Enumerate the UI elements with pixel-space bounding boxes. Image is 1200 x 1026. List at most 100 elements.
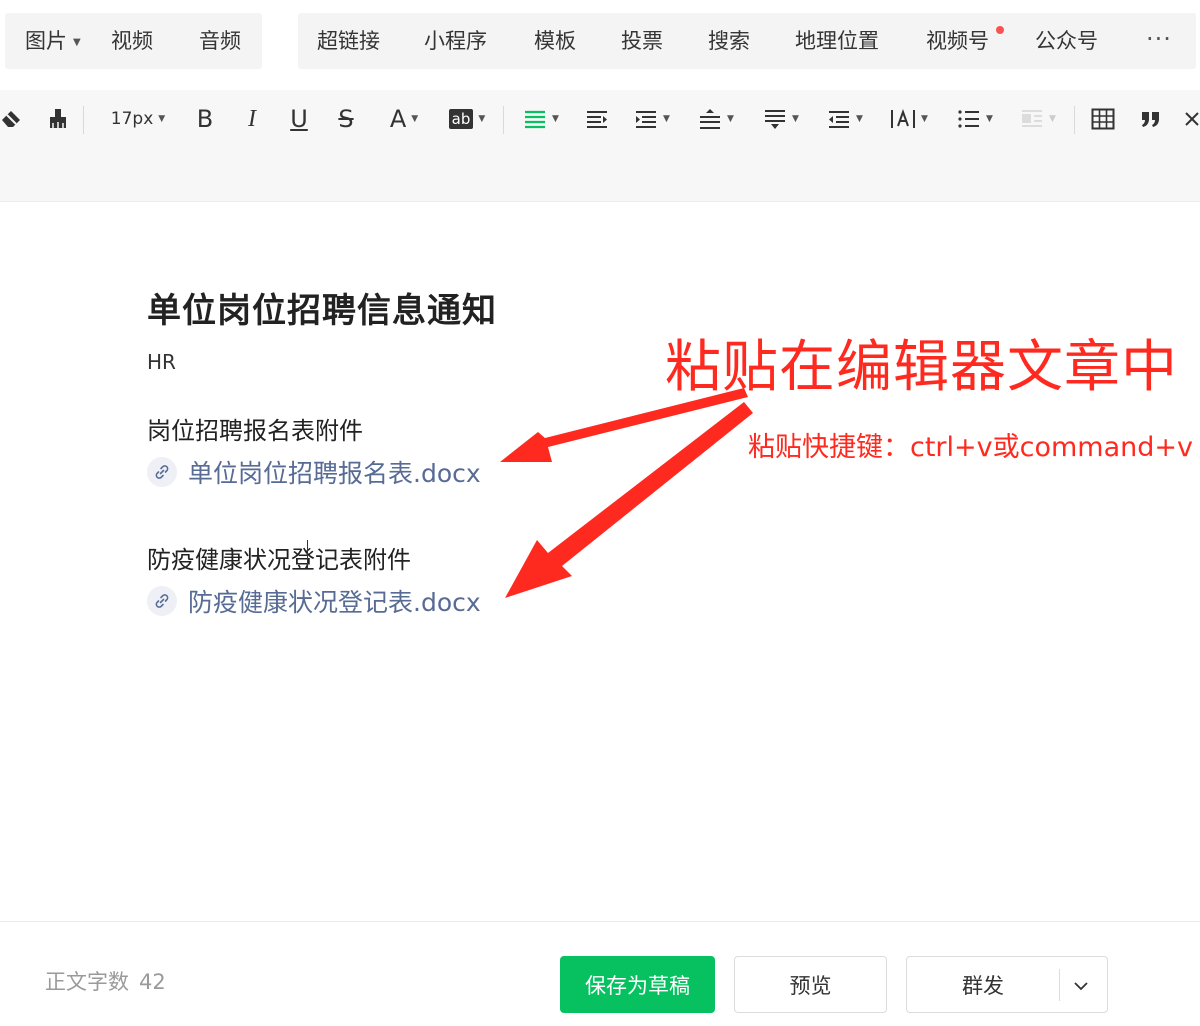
attachment-link-text: 单位岗位招聘报名表.docx (188, 459, 481, 488)
dropdown-caret-icon: ▼ (73, 37, 81, 48)
dropdown-caret-icon: ▼ (158, 114, 166, 124)
outdent-button[interactable]: ▼ (823, 98, 867, 140)
italic-icon: I (248, 106, 256, 132)
attachment-link-text: 防疫健康状况登记表.docx (188, 588, 481, 617)
insert-audio-menu[interactable]: 音频 (199, 13, 241, 69)
editor-footer: 正文字数 42 保存为草稿 预览 群发 (0, 921, 1200, 1026)
dropdown-caret-icon: ▼ (411, 114, 419, 124)
letter-spacing-icon (891, 109, 916, 128)
font-color-icon: A (389, 105, 407, 133)
insert-channels-menu[interactable]: 视频号 (926, 13, 989, 69)
dropdown-caret-icon: ▼ (1049, 114, 1056, 124)
bullet-list-icon (958, 110, 980, 128)
bold-button[interactable]: B (191, 98, 219, 140)
new-badge-dot (996, 26, 1004, 34)
outdent-icon (829, 111, 850, 128)
insert-video-menu[interactable]: 视频 (111, 13, 153, 69)
italic-button[interactable]: I (238, 98, 266, 140)
insert-vote-menu[interactable]: 投票 (621, 13, 663, 69)
channels-label: 视频号 (926, 29, 989, 53)
font-color-button[interactable]: A ▼ (381, 98, 427, 140)
insert-search-menu[interactable]: 搜索 (708, 13, 750, 69)
first-line-indent-button[interactable]: ▼ (630, 98, 674, 140)
paragraph-spacing-button[interactable]: ▼ (759, 98, 803, 140)
button-divider (1059, 969, 1060, 1001)
font-size-select[interactable]: 17px ▼ (100, 98, 176, 140)
insert-audio-label: 音频 (199, 29, 241, 53)
article-title[interactable]: 单位岗位招聘信息通知 (147, 283, 497, 332)
format-painter-icon[interactable] (44, 98, 72, 140)
line-height-button[interactable]: ▼ (694, 98, 738, 140)
location-label: 地理位置 (795, 29, 879, 53)
insert-miniprogram-menu[interactable]: 小程序 (424, 13, 487, 69)
word-count: 正文字数 42 (45, 966, 166, 996)
annotation-hint: 粘贴快捷键：ctrl+v或command+v (748, 432, 1193, 463)
bullet-list-button[interactable]: ▼ (953, 98, 997, 140)
quote-icon (1142, 112, 1159, 127)
text-cursor (307, 540, 308, 568)
save-draft-button[interactable]: 保存为草稿 (560, 956, 715, 1013)
paragraph-spacing-icon (765, 110, 786, 129)
align-left-button[interactable]: ▼ (519, 98, 563, 140)
dropdown-caret-icon: ▼ (478, 114, 486, 124)
highlight-icon: ab (448, 109, 474, 129)
table-icon (1091, 108, 1115, 130)
official-account-label: 公众号 (1035, 29, 1098, 53)
dropdown-caret-icon: ▼ (663, 114, 670, 124)
word-count-label: 正文字数 (45, 970, 129, 994)
section-heading: 防疫健康状况登记表附件 (147, 546, 411, 574)
dropdown-caret-icon: ▼ (727, 114, 734, 124)
more-tools-icon[interactable] (1182, 98, 1200, 140)
bold-icon: B (196, 105, 214, 133)
media-insert-group: 图片 ▼ 视频 音频 (5, 13, 262, 69)
chevron-down-icon[interactable] (1072, 976, 1090, 1000)
insert-template-menu[interactable]: 模板 (534, 13, 576, 69)
first-line-indent-icon (636, 111, 657, 128)
align-left-icon (525, 110, 546, 129)
section-heading: 岗位招聘报名表附件 (147, 417, 363, 445)
attachment-link[interactable]: 单位岗位招聘报名表.docx (147, 454, 481, 490)
insert-menu-bar: 图片 ▼ 视频 音频 超链接 小程序 模板 投票 搜索 地理位置 视频号 公众号 … (0, 0, 1200, 84)
underline-button[interactable]: U (285, 98, 313, 140)
letter-spacing-button[interactable]: ▼ (887, 98, 931, 140)
float-icon (1022, 110, 1043, 127)
attachment-link[interactable]: 防疫健康状况登记表.docx (147, 583, 481, 619)
blockquote-button[interactable] (1137, 98, 1165, 140)
template-label: 模板 (534, 29, 576, 53)
eraser-icon[interactable] (0, 98, 26, 140)
insert-video-label: 视频 (111, 29, 153, 53)
mass-send-button[interactable]: 群发 (906, 956, 1108, 1013)
dropdown-caret-icon: ▼ (856, 114, 863, 124)
insert-official-account-menu[interactable]: 公众号 (1035, 13, 1098, 69)
highlight-color-button[interactable]: ab ▼ (444, 98, 490, 140)
dropdown-caret-icon: ▼ (986, 114, 993, 124)
content-insert-group: 超链接 小程序 模板 投票 搜索 地理位置 视频号 公众号 ··· (298, 13, 1196, 69)
toolbar-divider (1074, 106, 1075, 134)
insert-table-button[interactable] (1089, 98, 1117, 140)
strikethrough-icon: S (338, 105, 354, 133)
insert-hyperlink-menu[interactable]: 超链接 (317, 13, 380, 69)
indent-icon (587, 111, 607, 128)
underline-icon: U (290, 105, 308, 133)
article-editor[interactable]: 单位岗位招聘信息通知 HR 岗位招聘报名表附件 单位岗位招聘报名表.docx 防… (0, 203, 1200, 920)
indent-button[interactable] (583, 98, 611, 140)
line-height-icon (700, 109, 721, 129)
dropdown-caret-icon: ▼ (921, 114, 928, 124)
strikethrough-button[interactable]: S (332, 98, 360, 140)
font-size-value: 17px (110, 109, 154, 129)
dropdown-caret-icon: ▼ (792, 114, 799, 124)
insert-location-menu[interactable]: 地理位置 (795, 13, 879, 69)
hyperlink-label: 超链接 (317, 29, 380, 53)
mass-send-label: 群发 (962, 973, 1004, 998)
vote-label: 投票 (621, 29, 663, 53)
link-icon (147, 586, 177, 616)
toolbar-divider (503, 106, 504, 134)
article-author[interactable]: HR (147, 350, 176, 374)
more-options-icon[interactable]: ··· (1146, 13, 1172, 69)
float-button[interactable]: ▼ (1016, 98, 1060, 140)
link-icon (147, 457, 177, 487)
preview-button[interactable]: 预览 (734, 956, 887, 1013)
toolbar-divider (83, 106, 84, 134)
miniprogram-label: 小程序 (424, 29, 487, 53)
insert-image-menu[interactable]: 图片 ▼ (25, 13, 81, 69)
